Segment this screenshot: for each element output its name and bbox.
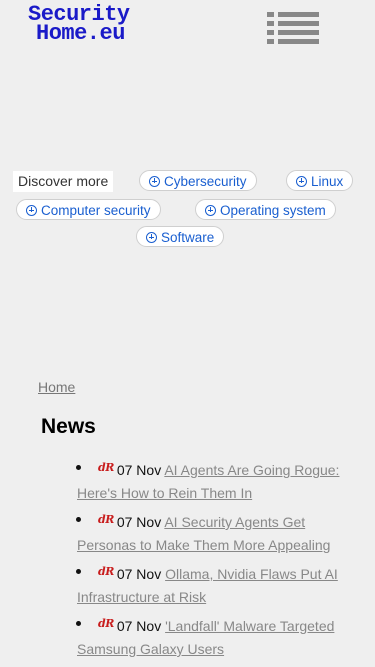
news-date: 07 Nov (116, 462, 162, 478)
discover-more-label: Discover more (13, 171, 114, 192)
source-badge-icon: dR (98, 513, 114, 526)
site-logo[interactable]: Security Home.eu (28, 4, 130, 46)
bullet (76, 621, 81, 626)
chip-operating-system[interactable]: Operating system (195, 199, 336, 220)
news-item: dR 07 Nov 'Landfall' Malware Targeted Sam… (76, 612, 347, 661)
breadcrumb-home-link[interactable]: Home (38, 379, 75, 395)
news-item: dR 07 Nov AI Agents Are Going Rogue: Here… (76, 456, 347, 505)
hamburger-list-icon (267, 12, 319, 44)
chip-cybersecurity[interactable]: Cybersecurity (139, 170, 257, 191)
source-badge-icon: dR (98, 461, 114, 474)
chip-computer-security[interactable]: Computer security (16, 199, 161, 220)
source-badge-icon: dR (98, 617, 114, 630)
logo-line-2: Home.eu (36, 21, 125, 46)
bullet (76, 465, 81, 470)
menu-button[interactable] (267, 12, 319, 46)
news-article-link[interactable]: 'Landfall' Malware Targeted Samsung Gala… (77, 618, 334, 657)
plus-circle-icon (149, 176, 160, 187)
news-date: 07 Nov (116, 618, 162, 634)
news-article-link[interactable]: AI Security Agents Get Personas to Make … (77, 514, 330, 553)
news-heading: News (41, 415, 96, 438)
news-item: dR 07 Nov Ollama, Nvidia Flaws Put AI Inf… (76, 560, 347, 609)
chip-linux[interactable]: Linux (286, 170, 354, 191)
source-badge-icon: dR (98, 565, 114, 578)
chip-software[interactable]: Software (136, 226, 225, 247)
news-item: dR 07 Nov AI Security Agents Get Personas… (76, 508, 347, 557)
plus-circle-icon (296, 176, 307, 187)
bullet (76, 517, 81, 522)
news-date: 07 Nov (116, 514, 162, 530)
plus-circle-icon (26, 205, 37, 216)
news-list: dR 07 Nov AI Agents Are Going Rogue: Here… (76, 456, 347, 664)
plus-circle-icon (205, 205, 216, 216)
news-date: 07 Nov (116, 566, 162, 582)
plus-circle-icon (146, 232, 157, 243)
bullet (76, 569, 81, 574)
